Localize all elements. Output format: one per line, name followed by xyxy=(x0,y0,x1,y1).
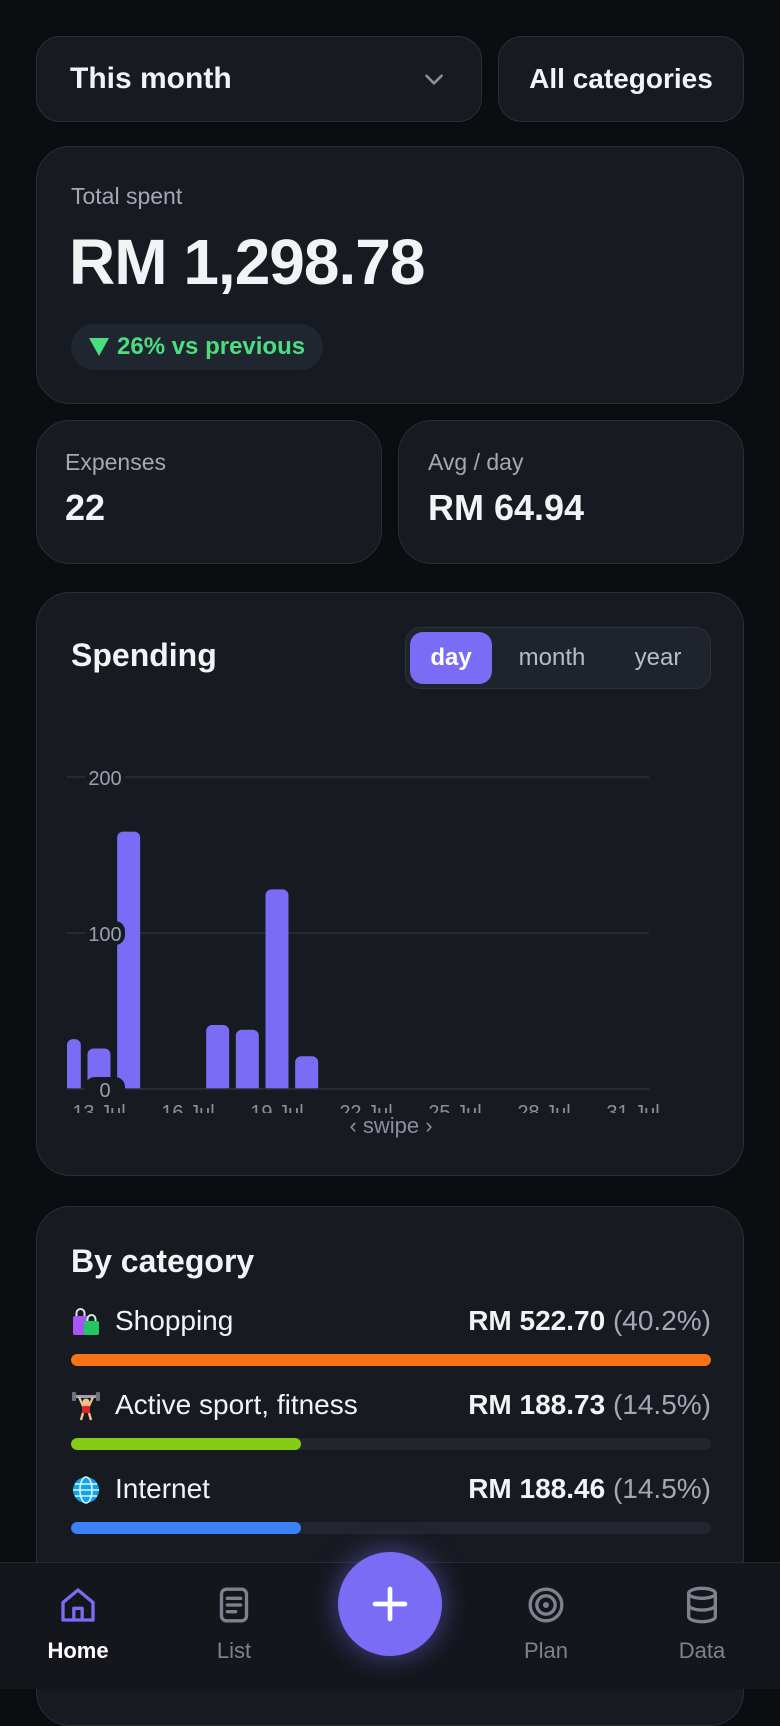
list-icon xyxy=(219,1587,249,1623)
y-tick-label: 100 xyxy=(88,924,121,946)
y-tick-label: 0 xyxy=(99,1080,110,1102)
category-percent: (14.5%) xyxy=(612,1473,711,1504)
nav-home-label: Home xyxy=(47,1638,109,1663)
nav-plan[interactable]: Plan xyxy=(486,1585,606,1664)
category-select-value: All categories xyxy=(529,63,713,94)
chevron-down-icon xyxy=(425,74,443,85)
chart-bar[interactable] xyxy=(67,1039,81,1095)
database-icon xyxy=(687,1586,717,1624)
swipe-hint: ‹ swipe › xyxy=(349,1113,433,1138)
category-name: Shopping xyxy=(115,1305,234,1336)
category-percent: (40.2%) xyxy=(612,1305,711,1336)
spending-card: Spending day month year 0 100 200 13 Jul 16 … xyxy=(36,592,744,1176)
category-row-active-sport[interactable]: Active sport, fitness RM 188.73 (14.5%) xyxy=(71,1389,711,1425)
spending-bar-chart[interactable]: 0 100 200 13 Jul 16 Jul 19 Jul 22 Jul 25 Jul 28 … xyxy=(37,693,745,1113)
nav-data[interactable]: Data xyxy=(642,1585,762,1664)
category-bar-fill xyxy=(71,1438,302,1450)
chart-bar[interactable] xyxy=(235,1029,259,1095)
add-expense-button[interactable] xyxy=(338,1552,442,1656)
period-select[interactable]: This month xyxy=(36,36,482,122)
x-tick-label: 25 Jul xyxy=(428,1102,481,1113)
tab-year[interactable]: year xyxy=(610,632,706,684)
category-row-internet[interactable]: Internet RM 188.46 (14.5%) xyxy=(71,1473,711,1509)
spending-title: Spending xyxy=(71,637,217,673)
target-icon xyxy=(528,1587,564,1623)
expenses-label: Expenses xyxy=(65,449,167,475)
x-tick-label: 22 Jul xyxy=(339,1102,392,1113)
avg-per-day-value: RM 64.94 xyxy=(428,487,585,528)
category-amount: RM 188.46 (14.5%) xyxy=(468,1473,711,1505)
shopping-bags-icon xyxy=(73,1308,99,1335)
period-select-value: This month xyxy=(70,62,232,95)
home-icon xyxy=(61,1588,95,1622)
category-name: Internet xyxy=(115,1473,210,1504)
category-bar-shopping xyxy=(71,1354,711,1366)
x-tick-label: 28 Jul xyxy=(517,1102,570,1113)
chart-baseline-mask xyxy=(67,1089,649,1099)
category-percent: (14.5%) xyxy=(612,1389,711,1420)
chart-bar[interactable] xyxy=(117,831,141,1095)
category-bar-fill xyxy=(71,1354,711,1366)
x-tick-label: 16 Jul xyxy=(161,1102,214,1113)
y-tick-label: 200 xyxy=(88,768,121,790)
globe-icon xyxy=(73,1476,99,1504)
change-text: 26% vs previous xyxy=(117,333,306,360)
category-bar-fill xyxy=(71,1522,302,1534)
category-bar-active-sport xyxy=(71,1438,711,1450)
nav-data-label: Data xyxy=(678,1638,726,1663)
nav-list[interactable]: List xyxy=(174,1585,294,1664)
nav-list-label: List xyxy=(216,1638,252,1663)
plus-icon xyxy=(372,1586,408,1622)
avg-per-day-label: Avg / day xyxy=(428,449,524,475)
category-name: Active sport, fitness xyxy=(115,1389,358,1420)
category-amount-value: RM 188.46 xyxy=(468,1473,606,1504)
down-triangle-icon xyxy=(89,338,109,356)
category-select[interactable]: All categories xyxy=(498,36,744,122)
category-amount-value: RM 188.73 xyxy=(468,1389,606,1420)
avg-per-day-card: Avg / day RM 64.94 xyxy=(398,420,744,564)
category-row-shopping[interactable]: Shopping RM 522.70 (40.2%) xyxy=(71,1305,711,1341)
x-tick-label: 19 Jul xyxy=(250,1102,303,1113)
nav-plan-label: Plan xyxy=(523,1638,569,1663)
by-category-title: By category xyxy=(71,1243,255,1279)
total-spent-label: Total spent xyxy=(71,183,183,209)
category-amount: RM 522.70 (40.2%) xyxy=(468,1305,711,1337)
category-amount: RM 188.73 (14.5%) xyxy=(468,1389,711,1421)
category-amount-value: RM 522.70 xyxy=(468,1305,606,1336)
period-toggle: day month year xyxy=(405,627,711,689)
weightlifter-icon xyxy=(72,1392,100,1421)
total-spent-card: Total spent RM 1,298.78 26% vs previous xyxy=(36,146,744,404)
x-tick-label: 13 Jul xyxy=(72,1102,125,1113)
chart-bar[interactable] xyxy=(265,889,289,1095)
chart-bar[interactable] xyxy=(206,1025,230,1095)
change-badge: 26% vs previous xyxy=(71,324,324,370)
category-bar-internet xyxy=(71,1522,711,1534)
expenses-card: Expenses 22 xyxy=(36,420,382,564)
tab-day[interactable]: day xyxy=(410,632,492,684)
x-tick-label: 31 Jul xyxy=(606,1102,659,1113)
expenses-value: 22 xyxy=(65,487,106,528)
nav-home[interactable]: Home xyxy=(18,1585,138,1664)
tab-month[interactable]: month xyxy=(500,632,604,684)
total-spent-value: RM 1,298.78 xyxy=(69,226,425,298)
